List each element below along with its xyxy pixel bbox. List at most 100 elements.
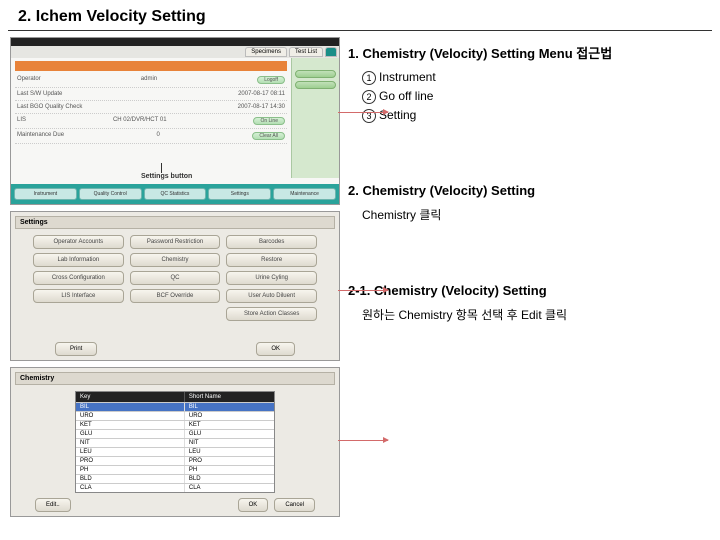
- qc-button[interactable]: QC: [130, 271, 221, 285]
- cell-key: LEU: [76, 448, 185, 456]
- row-value: 0: [157, 132, 160, 140]
- row-value: CH 02/DVR/HCT 01: [113, 117, 167, 125]
- panel1-row: Operator admin Logoff: [15, 73, 287, 88]
- cell-key: PRO: [76, 457, 185, 465]
- col-key: Key: [76, 392, 185, 402]
- table-row[interactable]: PHPH: [76, 465, 274, 474]
- chemistry-button[interactable]: Chemistry: [130, 253, 221, 267]
- logoff-button[interactable]: Logoff: [257, 76, 285, 84]
- clearall-button[interactable]: Clear All: [252, 132, 285, 140]
- cell-shortname: LEU: [185, 448, 274, 456]
- arrow-icon: [338, 112, 388, 113]
- row-label: LIS: [17, 117, 26, 125]
- table-row[interactable]: BLDBLD: [76, 474, 274, 483]
- section-3: 2-1. Chemistry (Velocity) Setting 원하는 Ch…: [348, 283, 710, 323]
- table-row[interactable]: KETKET: [76, 420, 274, 429]
- store-action-classes-button[interactable]: Store Action Classes: [226, 307, 317, 321]
- cell-key: CLA: [76, 484, 185, 492]
- row-label: Last BGO Quality Check: [17, 104, 82, 110]
- ok-button[interactable]: OK: [256, 342, 295, 356]
- row-label: Last S/W Update: [17, 91, 62, 97]
- row-value: admin: [141, 76, 157, 84]
- cell-key: PH: [76, 466, 185, 474]
- side-button[interactable]: [295, 70, 336, 78]
- tab-active[interactable]: [325, 47, 337, 57]
- table-row[interactable]: BILBIL: [76, 402, 274, 411]
- cell-shortname: CLA: [185, 484, 274, 492]
- cell-shortname: URO: [185, 412, 274, 420]
- lab-information-button[interactable]: Lab Information: [33, 253, 124, 267]
- cancel-button[interactable]: Cancel: [274, 498, 315, 512]
- table-row[interactable]: CLACLA: [76, 483, 274, 492]
- section-2: 2. Chemistry (Velocity) Setting Chemistr…: [348, 183, 710, 223]
- footer-qc-button[interactable]: Quality Control: [79, 188, 142, 200]
- cell-key: NIT: [76, 439, 185, 447]
- section-2-title: 2. Chemistry (Velocity) Setting: [348, 183, 710, 198]
- cell-shortname: PRO: [185, 457, 274, 465]
- cell-shortname: GLU: [185, 430, 274, 438]
- panel1-side: [291, 58, 339, 178]
- step-1: 1Instrument: [362, 70, 710, 85]
- step-3: 3Setting: [362, 108, 710, 123]
- settings-annotation: Settings button: [141, 173, 192, 180]
- chemistry-table: Key Short Name BILBILUROUROKETKETGLUGLUN…: [75, 391, 275, 493]
- chemistry-panel: Chemistry Key Short Name BILBILUROUROKET…: [10, 367, 340, 517]
- print-button[interactable]: Print: [55, 342, 97, 356]
- tab-testlist[interactable]: Test List: [289, 47, 323, 57]
- row-value: 2007-08-17 08:11: [238, 91, 285, 97]
- footer-maintenance-button[interactable]: Maintenance: [273, 188, 336, 200]
- panel1-footer: Instrument Quality Control QC Statistics…: [11, 184, 339, 204]
- step-num-icon: 2: [362, 90, 376, 104]
- footer-qcstats-button[interactable]: QC Statistics: [144, 188, 207, 200]
- settings-panel-header: Settings: [15, 216, 335, 229]
- urine-cycling-button[interactable]: Urine Cyling: [226, 271, 317, 285]
- ok-button[interactable]: OK: [238, 498, 269, 512]
- table-row[interactable]: UROURO: [76, 411, 274, 420]
- cell-key: URO: [76, 412, 185, 420]
- col-shortname: Short Name: [185, 392, 274, 402]
- cell-key: BLD: [76, 475, 185, 483]
- footer-instrument-button[interactable]: Instrument: [14, 188, 77, 200]
- instrument-panel: Specimens Test List Operator admin Logof…: [10, 37, 340, 205]
- table-row[interactable]: NITNIT: [76, 438, 274, 447]
- restore-button[interactable]: Restore: [226, 253, 317, 267]
- panel1-row: LIS CH 02/DVR/HCT 01 On Line: [15, 114, 287, 129]
- cell-key: BIL: [76, 403, 185, 411]
- step-2: 2Go off line: [362, 89, 710, 104]
- barcodes-button[interactable]: Barcodes: [226, 235, 317, 249]
- edit-button[interactable]: Edit..: [35, 498, 71, 512]
- panel1-highlight-bar: [15, 61, 287, 71]
- panel1-tabs: Specimens Test List: [11, 46, 339, 58]
- table-row[interactable]: GLUGLU: [76, 429, 274, 438]
- section-1-title: 1. Chemistry (Velocity) Setting Menu 접근법: [348, 43, 710, 62]
- user-auto-diluent-button[interactable]: User Auto Diluent: [226, 289, 317, 303]
- arrow-icon: [338, 440, 388, 441]
- tab-specimens[interactable]: Specimens: [245, 47, 287, 57]
- panel1-row: Last BGO Quality Check 2007-08-17 14:30: [15, 101, 287, 114]
- table-row[interactable]: PROPRO: [76, 456, 274, 465]
- online-button[interactable]: On Line: [253, 117, 285, 125]
- page-title: 2. Ichem Velocity Setting: [8, 0, 712, 31]
- side-button[interactable]: [295, 81, 336, 89]
- panel1-row: Maintenance Due 0 Clear All: [15, 129, 287, 144]
- section-3-title: 2-1. Chemistry (Velocity) Setting: [348, 283, 710, 298]
- lis-interface-button[interactable]: LIS Interface: [33, 289, 124, 303]
- cell-shortname: KET: [185, 421, 274, 429]
- footer-settings-button[interactable]: Settings: [208, 188, 271, 200]
- operator-accounts-button[interactable]: Operator Accounts: [33, 235, 124, 249]
- section-2-text: Chemistry 클릭: [362, 206, 710, 223]
- row-label: Maintenance Due: [17, 132, 64, 140]
- row-label: Operator: [17, 76, 41, 84]
- step-num-icon: 1: [362, 71, 376, 85]
- cross-config-button[interactable]: Cross Configuration: [33, 271, 124, 285]
- settings-panel: Settings Operator Accounts Password Rest…: [10, 211, 340, 361]
- cell-shortname: BLD: [185, 475, 274, 483]
- table-row[interactable]: LEULEU: [76, 447, 274, 456]
- section-1: 1. Chemistry (Velocity) Setting Menu 접근법…: [348, 43, 710, 123]
- section-3-text: 원하는 Chemistry 항목 선택 후 Edit 클릭: [362, 306, 710, 323]
- cell-key: KET: [76, 421, 185, 429]
- chemistry-panel-header: Chemistry: [15, 372, 335, 385]
- password-restriction-button[interactable]: Password Restriction: [130, 235, 221, 249]
- cell-shortname: PH: [185, 466, 274, 474]
- bcf-override-button[interactable]: BCF Override: [130, 289, 221, 303]
